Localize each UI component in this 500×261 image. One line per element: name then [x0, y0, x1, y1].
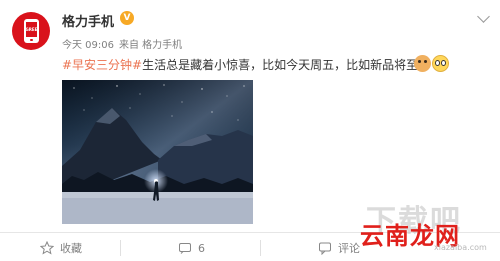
doge-icon — [414, 55, 431, 72]
watermark-url: xiazaiba.com — [434, 243, 487, 252]
verified-badge: V — [120, 11, 134, 25]
smile-icon — [432, 55, 449, 72]
post-image[interactable] — [62, 80, 253, 224]
favorite-label: 收藏 — [60, 242, 82, 255]
phone-logo-icon: GREE — [23, 19, 39, 43]
topic-link[interactable]: #早安三分钟# — [62, 58, 142, 72]
post-source: 来自 格力手机 — [119, 40, 183, 51]
post-body: 生活总是藏着小惊喜，比如今天周五，比如新品将至 — [142, 58, 419, 72]
weibo-post-card: GREE 格力手机 V 今天 09:06 来自 格力手机 #早安三分钟#生活总是藏… — [0, 0, 500, 261]
repost-icon — [179, 243, 191, 254]
action-separator — [120, 240, 121, 256]
chevron-down-icon[interactable] — [477, 10, 490, 23]
night-sky-landscape-image — [62, 80, 253, 224]
favorite-button[interactable]: 收藏 — [40, 240, 82, 256]
star-icon — [40, 241, 54, 255]
post-meta: 今天 09:06 来自 格力手机 — [62, 36, 187, 51]
post-text: #早安三分钟#生活总是藏着小惊喜，比如今天周五，比如新品将至 — [62, 56, 418, 73]
author-name[interactable]: 格力手机 — [62, 11, 114, 30]
watermark-main: 云南龙网 — [360, 222, 460, 250]
action-separator — [260, 240, 261, 256]
comment-icon — [319, 242, 331, 255]
repost-button[interactable]: 6 — [178, 240, 205, 256]
repost-count: 6 — [198, 241, 205, 255]
comment-label: 评论 — [338, 242, 360, 255]
avatar[interactable]: GREE — [12, 12, 50, 50]
watermark-top: 下载吧 — [366, 204, 462, 239]
watermark: 下载吧 云南龙网 xiazaiba.com — [356, 196, 496, 256]
avatar-logo-text: GREE — [25, 27, 38, 32]
comment-button[interactable]: 评论 — [318, 240, 360, 256]
post-time[interactable]: 今天 09:06 — [62, 40, 114, 51]
actions-divider — [0, 232, 500, 233]
